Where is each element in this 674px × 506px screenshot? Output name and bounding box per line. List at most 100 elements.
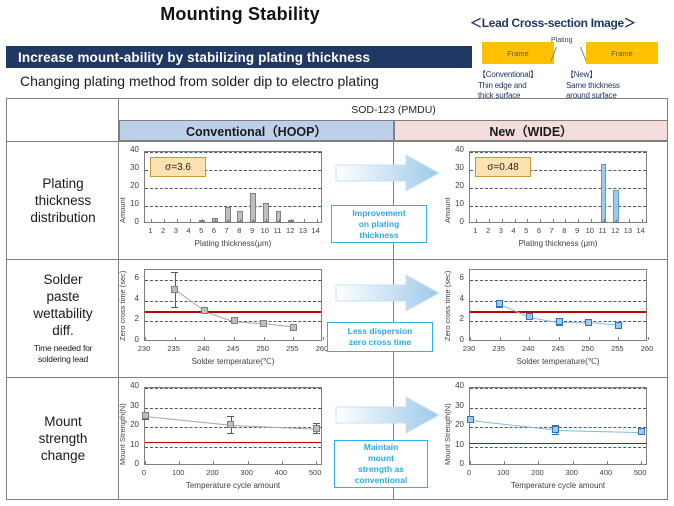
gridline [470,407,646,409]
bar [250,192,256,222]
callout-improvement-line2: on plating [358,218,400,229]
x-tick-mark [603,219,605,222]
y-axis-label: Mount Strength(N) [118,403,127,465]
caption-left-line1: 【Conventional】 [478,70,538,79]
x-tick-mark [476,219,478,222]
plot-area [141,387,322,465]
x-tick-mark [145,461,146,464]
chart-wettability-conventional: 0 2 4 6 Zero cross time (sec) 230 235 240 245 250… [112,263,330,375]
x-tick-label: 500 [308,468,322,477]
data-marker [289,323,297,331]
x-tick-label: 245 [551,344,565,353]
gridline [145,188,321,189]
x-tick-label: 250 [256,344,269,353]
x-tick-mark [234,337,235,340]
callout-maintain-strength: Maintain mount strength as conventional [334,440,428,488]
headline-banner: Increase mount-ability by stabilizing pl… [6,46,472,68]
x-tick-label: 300 [565,468,578,477]
x-tick-mark [527,219,529,222]
data-marker [260,319,268,327]
callout-maintain-line4: conventional [354,475,408,485]
x-tick-mark [588,337,590,340]
gridline [145,407,321,409]
x-tick-mark [641,219,643,222]
x-tick-label: 240 [197,344,210,353]
x-tick-mark [303,219,305,222]
arrow-less-dispersion [335,274,441,312]
gridline [145,446,321,448]
x-tick-mark [291,219,293,222]
row-label-wettability-line4: diff. [52,323,74,338]
callout-maintain-line1: Maintain [363,442,399,452]
data-marker [312,424,320,432]
x-axis-label: Plating thickness (μm) [518,239,598,248]
x-tick-mark [281,461,283,464]
x-tick-mark [189,219,191,222]
chart-strength-conventional: 0 10 20 30 40 Mount Strength(N) 0 100 200 300 400 5… [112,381,330,499]
gridline [470,388,646,389]
row-label-wettability-sub2: soldering lead [37,354,89,364]
x-tick-mark [240,219,242,222]
x-tick-mark [278,219,280,222]
x-tick-label: 230 [137,344,151,353]
data-marker [614,321,622,329]
data-marker [496,300,504,308]
x-tick-label: 0 [466,468,472,477]
bar [600,164,607,222]
x-tick-mark [539,219,541,222]
x-tick-mark [213,461,215,464]
x-tick-mark [628,219,630,222]
page-title: Mounting Stability [160,4,320,24]
row-label-strength-line1: Mount [44,413,82,429]
sigma-annotation: σ=3.6 [150,157,206,177]
x-tick-label: 200 [531,468,544,477]
x-tick-mark [214,219,216,222]
row-label-strength-line3: change [40,447,86,463]
bar [613,189,620,222]
x-tick-mark [227,219,229,222]
error-cap-top [227,416,235,418]
gridline [470,280,646,282]
y-axis-label: Mount Strength(N) [443,403,452,465]
frame-box-right: Frame [586,42,658,64]
data-marker [552,426,560,434]
gridline [145,300,321,302]
x-tick-mark [316,461,318,464]
gridline [145,388,321,389]
x-axis-label: Temperature cycle amount [185,481,281,490]
x-tick-mark [179,461,181,464]
x-tick-label: 255 [611,344,624,353]
y-tick-label: 20 [130,181,139,190]
plating-label: Plating [551,37,573,44]
x-tick-label: 235 [492,344,505,353]
callout-improvement-line3: thickness [359,229,399,240]
chart-plating-conventional: 0 10 20 30 40 Amount 1 2 3 4 5 6 7 8 9 10 11 12 13 14 Platin… [112,145,330,257]
x-tick-label: 100 [171,468,185,477]
plot-area [466,387,647,465]
caption-right-line2: Same thickness [566,80,620,90]
x-tick-label: 200 [206,468,219,477]
frame-box-left: Frame [482,42,554,64]
data-marker [637,428,645,436]
row-label-strength-line2: strength [38,430,88,446]
data-marker [555,318,563,326]
data-marker [585,318,593,326]
chart-plating-new: 0 10 20 30 40 Amount 1 2 3 4 5 6 7 8 9 10 11 12 13 14 Platin… [437,145,655,257]
x-tick-mark [578,219,580,222]
error-cap-bottom [312,433,320,435]
x-tick-mark [265,219,267,222]
x-tick-mark [293,337,295,340]
x-tick-label: 230 [462,344,476,353]
x-tick-mark [572,461,574,464]
x-tick-label: 235 [167,344,180,353]
gridline [145,280,321,282]
x-tick-label: 500 [633,468,647,477]
x-tick-mark [253,219,255,222]
x-tick-label: 14 [311,226,320,235]
x-tick-mark [145,337,146,340]
caption-left-line2: Thin edge and [478,80,527,90]
x-tick-mark [176,219,178,222]
sub-headline: Changing plating method from solder dip … [20,73,379,89]
series-line [555,429,642,433]
x-tick-label: 400 [599,468,613,477]
